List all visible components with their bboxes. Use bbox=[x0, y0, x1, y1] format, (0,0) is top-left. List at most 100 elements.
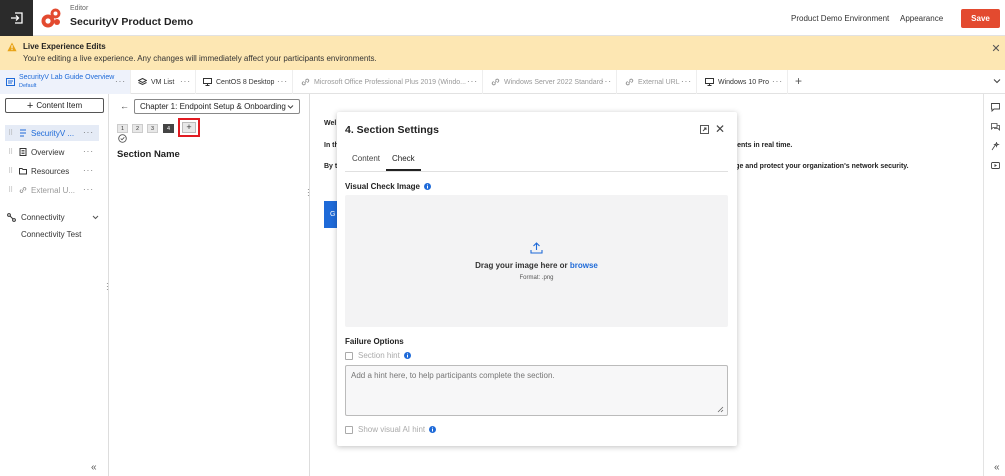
save-button[interactable]: Save bbox=[961, 9, 1000, 28]
failure-options-label: Failure Options bbox=[345, 337, 404, 346]
drag-handle-icon[interactable]: ⠿ bbox=[8, 148, 16, 156]
drag-handle-icon[interactable]: ⠿ bbox=[8, 186, 16, 194]
section-tab-2[interactable]: 2 bbox=[132, 124, 143, 133]
banner-title: Live Experience Edits bbox=[23, 42, 106, 51]
tab-menu-icon[interactable]: ··· bbox=[601, 77, 612, 86]
tab-menu-icon[interactable]: ··· bbox=[681, 77, 692, 86]
sidebar-item-resources[interactable]: ⠿ Resources ··· bbox=[5, 163, 99, 179]
exit-icon bbox=[10, 12, 23, 24]
browse-link[interactable]: browse bbox=[570, 261, 598, 270]
item-menu-icon[interactable]: ··· bbox=[83, 166, 94, 175]
chat-icon[interactable] bbox=[991, 123, 1000, 132]
info-icon[interactable] bbox=[424, 183, 431, 190]
preview-start-button[interactable]: G bbox=[324, 201, 338, 228]
tab-check[interactable]: Check bbox=[392, 154, 415, 163]
banner-text: You're editing a live experience. Any ch… bbox=[23, 54, 377, 63]
chevron-down-icon bbox=[287, 105, 294, 109]
drag-handle-icon[interactable]: ⠿ bbox=[8, 167, 16, 175]
divider bbox=[345, 171, 728, 172]
folder-icon bbox=[19, 168, 27, 175]
appearance-link[interactable]: Appearance bbox=[900, 14, 943, 23]
check-circle-icon bbox=[118, 134, 127, 143]
tab-office[interactable]: Microsoft Office Professional Plus 2019 … bbox=[293, 70, 483, 94]
image-dropzone[interactable]: Drag your image here or browse Format: .… bbox=[345, 195, 728, 327]
tab-windows-10[interactable]: Windows 10 Pro ··· bbox=[697, 70, 788, 94]
tab-label: External URL bbox=[638, 78, 680, 86]
visual-ai-hint-label: Show visual AI hint bbox=[358, 425, 426, 434]
vm-list-icon bbox=[138, 78, 147, 86]
sidebar-item-securityv[interactable]: ⠿ SecurityV ... ··· bbox=[5, 125, 99, 141]
expand-icon[interactable] bbox=[700, 125, 709, 134]
back-arrow-icon[interactable]: ← bbox=[120, 101, 129, 111]
connectivity-section-toggle[interactable]: Connectivity bbox=[7, 210, 102, 224]
section-hint-option: Section hint bbox=[345, 351, 411, 360]
ai-assist-icon[interactable] bbox=[991, 142, 1000, 151]
visual-ai-hint-checkbox[interactable] bbox=[345, 425, 353, 434]
visual-check-label: Visual Check Image bbox=[345, 182, 431, 191]
tab-label: VM List bbox=[151, 78, 175, 86]
tab-vm-list[interactable]: VM List ··· bbox=[131, 70, 196, 94]
tab-label: CentOS 8 Desktop bbox=[216, 78, 275, 86]
collapse-rail-icon[interactable]: « bbox=[994, 462, 1000, 473]
chevron-down-icon[interactable] bbox=[993, 77, 1001, 85]
collapse-sidebar-icon[interactable]: « bbox=[91, 462, 97, 473]
item-menu-icon[interactable]: ··· bbox=[83, 185, 94, 194]
guide-icon bbox=[6, 78, 15, 86]
dropzone-format: Format: .png bbox=[519, 275, 554, 281]
connectivity-test-item[interactable]: Connectivity Test bbox=[21, 230, 81, 239]
tab-external-url[interactable]: External URL ··· bbox=[617, 70, 697, 94]
tab-menu-icon[interactable]: ··· bbox=[772, 77, 783, 86]
section-tab-4[interactable]: 4 bbox=[163, 124, 174, 133]
hint-textarea[interactable] bbox=[345, 365, 728, 416]
add-content-item-button[interactable]: + Content Item bbox=[5, 98, 104, 113]
tab-centos-desktop[interactable]: CentOS 8 Desktop ··· bbox=[196, 70, 293, 94]
add-section-button[interactable]: + bbox=[178, 118, 200, 137]
field-label-text: Visual Check Image bbox=[345, 182, 420, 191]
close-icon[interactable]: ✕ bbox=[715, 123, 725, 135]
info-icon[interactable] bbox=[403, 352, 411, 359]
exit-editor-button[interactable] bbox=[0, 0, 33, 36]
guide-icon bbox=[20, 129, 26, 137]
item-menu-icon[interactable]: ··· bbox=[83, 128, 94, 137]
tab-menu-icon[interactable]: ··· bbox=[277, 77, 288, 86]
tab-label: Microsoft Office Professional Plus 2019 … bbox=[314, 78, 466, 86]
add-tab-icon[interactable]: + bbox=[795, 75, 802, 87]
dialog-title: 4. Section Settings bbox=[345, 124, 439, 136]
tab-menu-icon[interactable]: ··· bbox=[115, 77, 126, 86]
tab-lab-guide[interactable]: SecurityV Lab Guide Overview Default ··· bbox=[0, 70, 131, 94]
tab-windows-server[interactable]: Windows Server 2022 Standard ··· bbox=[483, 70, 617, 94]
upload-icon bbox=[530, 242, 543, 254]
plus-icon: + bbox=[26, 99, 34, 112]
tab-label: Windows Server 2022 Standard bbox=[504, 78, 603, 86]
tab-menu-icon[interactable]: ··· bbox=[467, 77, 478, 86]
sidebar-item-overview[interactable]: ⠿ Overview ··· bbox=[5, 144, 99, 160]
item-menu-icon[interactable]: ··· bbox=[83, 147, 94, 156]
drag-handle-icon[interactable]: ⠿ bbox=[8, 129, 16, 137]
app-header: Editor SecurityV Product Demo Product De… bbox=[0, 0, 1005, 36]
info-icon[interactable] bbox=[429, 426, 437, 433]
section-tab-1[interactable]: 1 bbox=[117, 124, 128, 133]
right-rail bbox=[983, 94, 1005, 476]
chapter-select[interactable]: Chapter 1: Endpoint Setup & Onboarding bbox=[134, 99, 300, 114]
connectivity-label: Connectivity bbox=[21, 212, 65, 222]
resize-handle-icon[interactable]: · · · bbox=[106, 280, 109, 294]
video-icon[interactable] bbox=[991, 161, 1000, 170]
comment-icon[interactable] bbox=[991, 103, 1000, 112]
preview-text-end: nage and protect your organization's net… bbox=[727, 163, 909, 170]
section-settings-dialog: 4. Section Settings ✕ Content Check Visu… bbox=[337, 112, 737, 446]
warning-icon bbox=[7, 42, 17, 52]
section-hint-checkbox[interactable] bbox=[345, 351, 353, 360]
tab-content[interactable]: Content bbox=[352, 154, 380, 163]
content-item-label: Content Item bbox=[36, 101, 83, 110]
resize-grip-icon[interactable] bbox=[717, 406, 724, 413]
section-tab-3[interactable]: 3 bbox=[147, 124, 158, 133]
banner-close-icon[interactable]: ✕ bbox=[991, 44, 1001, 55]
link-icon bbox=[625, 78, 634, 86]
sidebar-item-external-url[interactable]: ⠿ External U... ··· bbox=[5, 182, 99, 198]
environment-link[interactable]: Product Demo Environment bbox=[791, 14, 889, 23]
chevron-down-icon bbox=[92, 215, 99, 219]
connectivity-icon bbox=[7, 212, 16, 222]
tab-menu-icon[interactable]: ··· bbox=[180, 77, 191, 86]
document-icon bbox=[19, 148, 27, 156]
preview-heading: Wel bbox=[324, 120, 337, 127]
